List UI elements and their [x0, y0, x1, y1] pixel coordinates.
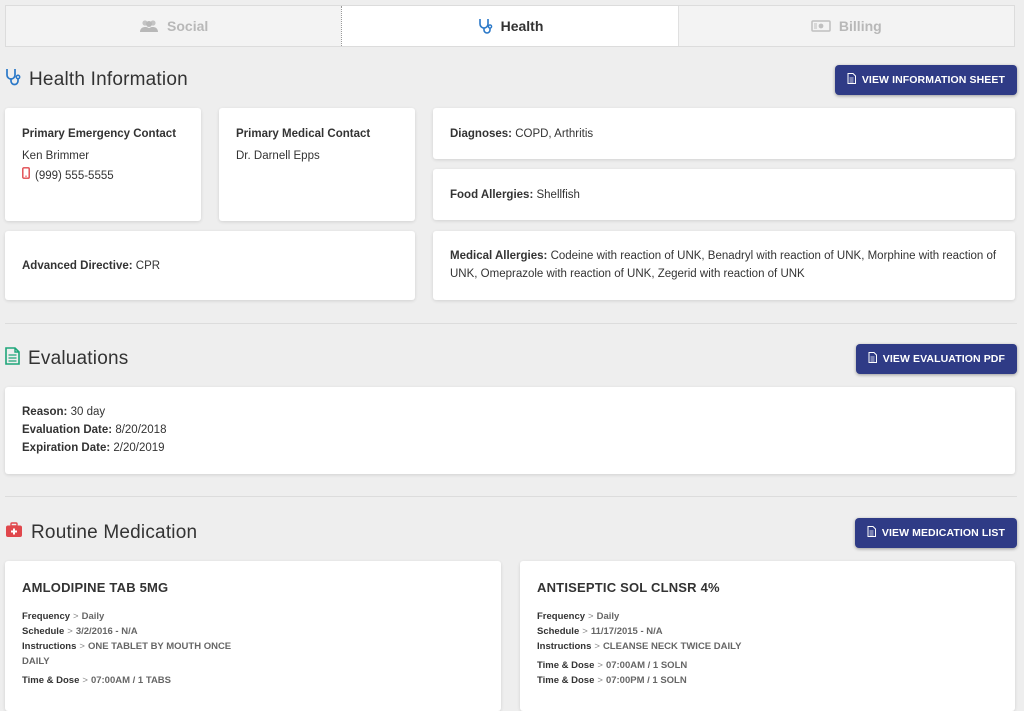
medication-card: ANTISEPTIC SOL CLNSR 4% Frequency > Daily … — [520, 561, 1015, 711]
stethoscope-icon — [5, 68, 21, 92]
medication-schedule: Schedule >3/2/2016 - N/A — [22, 626, 138, 637]
document-icon — [868, 352, 877, 366]
advanced-directive-card: Advanced Directive: CPR — [5, 231, 415, 300]
emergency-contact-name: Ken Brimmer — [22, 150, 90, 162]
reason-label: Reason: — [22, 406, 68, 418]
document-icon — [867, 526, 876, 540]
medication-frequency: Frequency > Daily — [537, 611, 620, 622]
medication-instructions: Instructions > ONE TABLET BY MOUTH ONCE — [22, 641, 232, 652]
evaluations-section-header: Evaluations VIEW EVALUATION PDF — [5, 344, 1017, 374]
evaluation-card: Reason: 30 day Evaluation Date: 8/20/201… — [5, 387, 1015, 474]
medical-contact-label: Primary Medical Contact — [236, 128, 371, 140]
tab-health[interactable]: Health — [341, 6, 679, 46]
tab-health-label: Health — [500, 18, 544, 34]
health-title-text: Health Information — [29, 69, 188, 90]
view-information-sheet-label: VIEW INFORMATION SHEET — [861, 74, 1005, 86]
medical-allergies-label: Medical Allergies: — [450, 250, 548, 262]
evaluations-title-text: Evaluations — [28, 348, 129, 369]
food-allergies-label: Food Allergies: — [450, 188, 534, 201]
tab-billing[interactable]: Billing — [679, 6, 1014, 46]
advanced-directive-value: CPR — [135, 259, 161, 272]
routine-medication-title: Routine Medication — [5, 522, 197, 544]
diagnoses-label: Diagnoses: — [450, 127, 512, 140]
emergency-contact-phone[interactable]: (999) 555-5555 — [35, 167, 114, 185]
medication-time-dose: Time & Dose >07:00AM / 1 SOLN — [537, 660, 688, 671]
medical-allergies-card: Medical Allergies: Codeine with reaction… — [433, 231, 1015, 300]
medical-contact-card: Primary Medical Contact Dr. Darnell Epps — [219, 108, 415, 221]
expiration-date-label: Expiration Date: — [22, 442, 111, 454]
view-evaluation-pdf-label: VIEW EVALUATION PDF — [882, 353, 1005, 365]
view-evaluation-pdf-button[interactable]: VIEW EVALUATION PDF — [855, 344, 1017, 374]
phone-icon — [22, 167, 30, 185]
tab-social[interactable]: Social — [6, 6, 341, 46]
food-allergies-value: Shellfish — [536, 188, 580, 201]
medication-instructions: Instructions > CLEANSE NECK TWICE DAILY — [537, 641, 742, 652]
users-icon — [139, 19, 159, 33]
diagnoses-value: COPD, Arthritis — [515, 127, 594, 140]
tab-billing-label: Billing — [838, 18, 882, 34]
section-divider — [5, 323, 1017, 324]
diagnoses-card: Diagnoses: COPD, Arthritis — [433, 108, 1015, 159]
section-divider — [5, 496, 1017, 497]
advanced-directive-label: Advanced Directive: — [22, 259, 133, 272]
reason-value: 30 day — [70, 406, 106, 418]
routine-medication-title-text: Routine Medication — [31, 522, 198, 543]
first-aid-kit-icon — [5, 522, 23, 544]
tab-social-label: Social — [167, 18, 209, 34]
money-icon — [811, 20, 831, 32]
document-icon — [847, 73, 856, 87]
medication-instructions-cont: DAILY — [22, 656, 50, 667]
evaluations-title: Evaluations — [5, 347, 128, 371]
medication-time-dose: Time & Dose >07:00AM / 1 TABS — [22, 675, 172, 686]
medication-card: AMLODIPINE TAB 5MG Frequency > Daily Sched… — [5, 561, 501, 711]
emergency-contact-label: Primary Emergency Contact — [22, 128, 177, 140]
view-medication-list-button[interactable]: VIEW MEDICATION LIST — [854, 518, 1017, 548]
health-title: Health Information — [5, 68, 188, 92]
view-information-sheet-button[interactable]: VIEW INFORMATION SHEET — [834, 65, 1017, 95]
health-section-header: Health Information VIEW INFORMATION SHEE… — [5, 65, 1017, 95]
emergency-contact-card: Primary Emergency Contact Ken Brimmer (9… — [5, 108, 201, 221]
expiration-date-value: 2/20/2019 — [113, 442, 165, 454]
medication-frequency: Frequency > Daily — [22, 611, 105, 622]
evaluation-date-label: Evaluation Date: — [22, 424, 113, 436]
food-allergies-card: Food Allergies: Shellfish — [433, 169, 1015, 220]
medication-time-dose: Time & Dose >07:00PM / 1 SOLN — [537, 675, 687, 686]
stethoscope-icon — [477, 18, 493, 34]
medication-name: AMLODIPINE TAB 5MG — [22, 580, 169, 595]
tab-bar: Social Health Billing — [5, 5, 1015, 47]
view-medication-list-label: VIEW MEDICATION LIST — [881, 527, 1005, 539]
evaluation-date-value: 8/20/2018 — [115, 424, 167, 436]
document-icon — [5, 347, 20, 371]
routine-medication-section-header: Routine Medication VIEW MEDICATION LIST — [5, 518, 1017, 548]
medication-name: ANTISEPTIC SOL CLNSR 4% — [537, 580, 720, 595]
medication-schedule: Schedule >11/17/2015 - N/A — [537, 626, 663, 637]
medical-contact-name: Dr. Darnell Epps — [236, 150, 320, 162]
